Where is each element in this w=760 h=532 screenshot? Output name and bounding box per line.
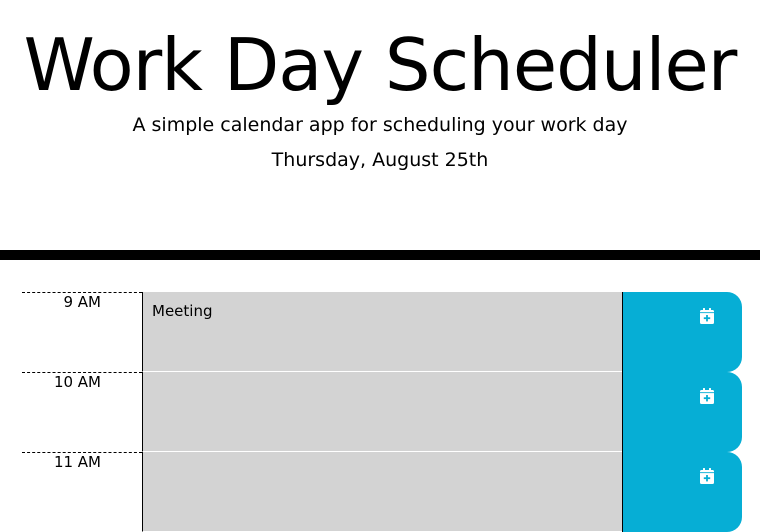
calendar-plus-icon xyxy=(700,308,714,324)
calendar-plus-icon xyxy=(700,468,714,484)
page-subtitle: A simple calendar app for scheduling you… xyxy=(132,114,628,136)
save-button[interactable] xyxy=(622,292,742,372)
event-description-input[interactable] xyxy=(142,372,622,452)
page-title: Work Day Scheduler xyxy=(23,23,738,107)
timeblocks-container: 9 AM Meeting 10 AM 11 AM xyxy=(22,292,742,532)
event-description-input[interactable]: Meeting xyxy=(142,292,622,372)
time-block-row: 9 AM Meeting xyxy=(22,292,742,372)
hour-label: 11 AM xyxy=(22,452,142,532)
time-block-row: 11 AM xyxy=(22,452,742,532)
hour-label: 10 AM xyxy=(22,372,142,452)
save-button[interactable] xyxy=(622,372,742,452)
save-button[interactable] xyxy=(622,452,742,532)
hour-label: 9 AM xyxy=(22,292,142,372)
header: Work Day Scheduler A simple calendar app… xyxy=(0,0,760,250)
time-block-row: 10 AM xyxy=(22,372,742,452)
current-day: Thursday, August 25th xyxy=(271,149,489,171)
calendar-plus-icon xyxy=(700,388,714,404)
event-description-input[interactable] xyxy=(142,452,622,532)
header-divider xyxy=(0,250,760,260)
